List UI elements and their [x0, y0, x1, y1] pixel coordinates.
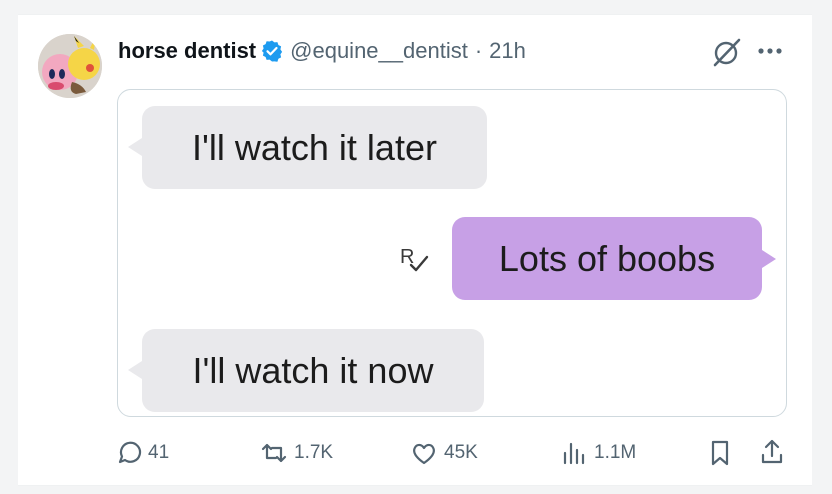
post-timestamp[interactable]: 21h	[489, 38, 526, 64]
views-icon	[563, 442, 585, 465]
more-options-icon[interactable]	[755, 40, 785, 62]
avatar-image	[38, 34, 102, 98]
post-header: horse dentist @equine__dentist · 21h	[118, 33, 526, 69]
author-name[interactable]: horse dentist	[118, 38, 256, 64]
bubble-tail	[128, 361, 142, 379]
author-handle[interactable]: @equine__dentist	[290, 38, 468, 64]
like-button[interactable]: 45K	[410, 436, 478, 470]
views-count: 1.1M	[594, 442, 637, 463]
verified-badge-icon[interactable]	[260, 39, 284, 63]
message-bubble-incoming: I'll watch it now	[142, 329, 484, 412]
views-button[interactable]: 1.1M	[560, 436, 636, 470]
reply-count: 41	[148, 442, 170, 463]
repost-icon	[261, 443, 287, 463]
repost-count: 1.7K	[294, 442, 334, 463]
avatar[interactable]	[38, 34, 102, 98]
share-icon[interactable]	[758, 437, 786, 467]
bubble-tail	[762, 250, 776, 268]
grok-icon[interactable]	[709, 36, 743, 68]
read-receipt-icon: R	[400, 246, 429, 272]
like-count: 45K	[444, 442, 478, 463]
message-bubble-incoming: I'll watch it later	[142, 106, 487, 189]
reply-button[interactable]: 41	[114, 436, 169, 470]
message-bubble-outgoing: Lots of boobs	[452, 217, 762, 300]
header-separator: ·	[474, 38, 483, 63]
like-icon	[413, 443, 435, 465]
repost-button[interactable]: 1.7K	[260, 436, 333, 470]
reply-icon	[118, 441, 142, 464]
bubble-tail	[128, 138, 142, 156]
bookmark-icon[interactable]	[706, 438, 734, 468]
